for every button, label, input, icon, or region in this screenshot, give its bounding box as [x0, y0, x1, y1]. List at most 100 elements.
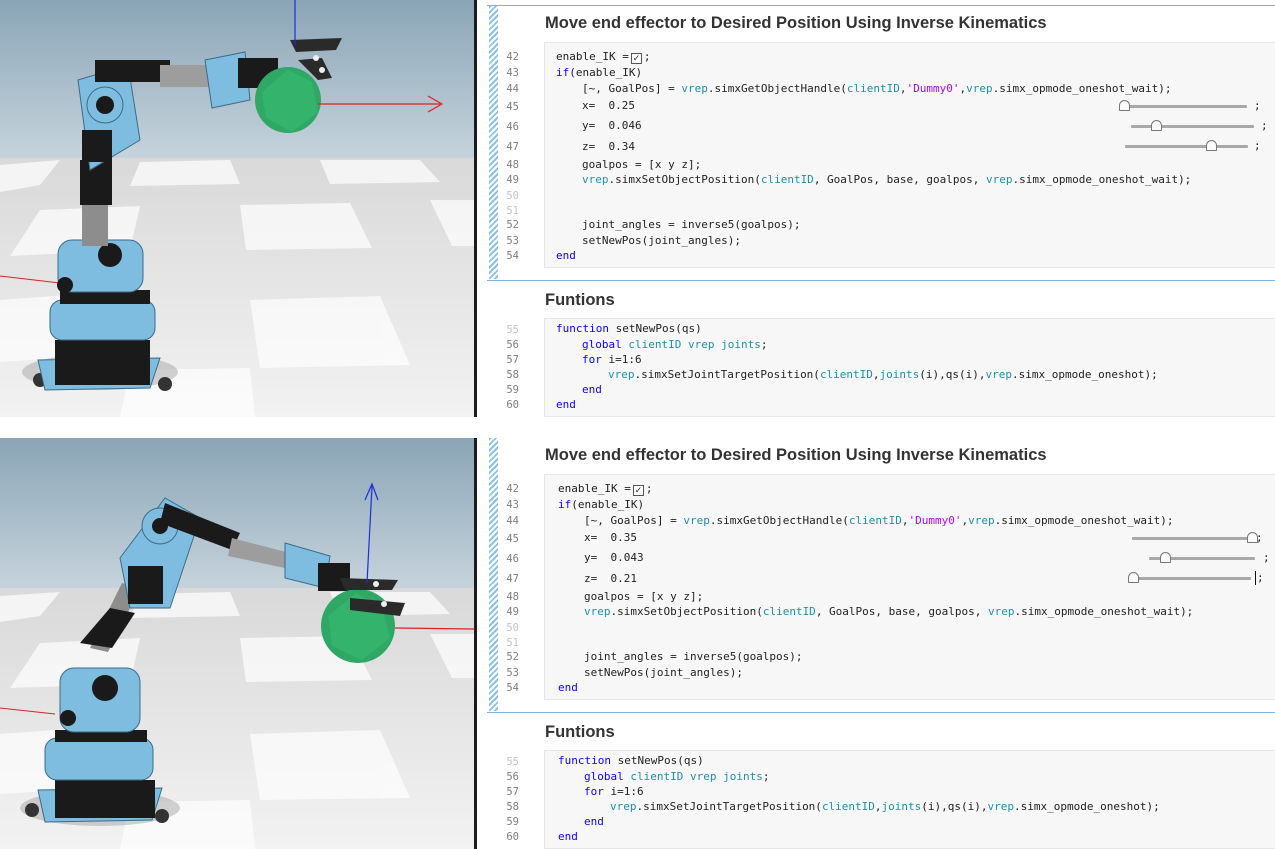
code-variable: vrep — [985, 368, 1013, 381]
code-token: .simx_opmode_oneshot_wait); — [994, 514, 1174, 527]
section-title: Funtions — [545, 723, 615, 741]
code-token: ; — [760, 338, 768, 351]
code-line: global clientID vrep joints; — [558, 769, 769, 784]
code-line: [~, GoalPos] = vrep.simxGetObjectHandle(… — [558, 513, 1173, 528]
code-keyword: end — [556, 249, 576, 262]
y-slider[interactable] — [1131, 120, 1254, 132]
line-number: 45 — [506, 533, 519, 545]
simulation-viewport[interactable] — [0, 0, 474, 417]
section-title: Funtions — [545, 291, 615, 309]
code-token: setNewPos(qs) — [608, 322, 702, 335]
code-token: , GoalPos, base, goalpos, — [813, 173, 986, 186]
code-variable: clientID vrep joints — [623, 770, 763, 783]
line-number: 49 — [506, 606, 519, 618]
x-slider[interactable] — [1132, 532, 1258, 544]
live-editor: Move end effector to Desired Position Us… — [477, 0, 1275, 417]
slider-thumb-icon[interactable] — [1150, 120, 1162, 131]
code-line: for i=1:6 — [556, 352, 642, 367]
semicolon: ; — [1263, 551, 1270, 564]
code-variable: vrep — [683, 514, 710, 527]
line-number: 58 — [506, 801, 519, 813]
code-token: setNewPos(qs) — [610, 754, 704, 767]
line-number: 52 — [506, 219, 519, 231]
checkbox-checked-icon[interactable]: ✓ — [630, 53, 642, 64]
code-token: .simxSetObjectPosition( — [610, 605, 763, 618]
line-number: 55 — [506, 324, 519, 336]
code-line: goalpos = [x y z]; — [582, 158, 702, 171]
code-line: enable_IK = ✓; — [558, 481, 652, 496]
code-variable: clientID — [762, 605, 816, 618]
section-title: Move end effector to Desired Position Us… — [545, 14, 1047, 32]
robot-scene — [0, 438, 474, 849]
code-token: ; — [643, 50, 651, 63]
code-line: joint_angles = inverse5(goalpos); — [584, 650, 803, 663]
y-control-label: y= 0.043 — [584, 551, 644, 564]
code-token: .simx_opmode_oneshot_wait); — [1014, 605, 1194, 618]
slider-thumb-icon[interactable] — [1206, 140, 1218, 151]
z-slider[interactable] — [1125, 140, 1248, 152]
code-line: for i=1:6 — [558, 784, 644, 799]
line-number: 58 — [506, 369, 519, 381]
code-line: if(enable_IK) — [556, 65, 642, 80]
code-variable: clientID — [760, 173, 814, 186]
z-control-label: z= 0.34 — [582, 140, 635, 153]
line-number: 43 — [506, 499, 519, 511]
line-number: 56 — [506, 771, 519, 783]
line-number: 49 — [506, 174, 519, 186]
section-rule — [487, 5, 1275, 6]
y-control-label: y= 0.046 — [582, 119, 642, 132]
simulation-viewport[interactable] — [0, 438, 474, 849]
code-string: 'Dummy0' — [908, 514, 962, 527]
panel-gap — [0, 417, 1275, 438]
code-line: [~, GoalPos] = vrep.simxGetObjectHandle(… — [556, 81, 1171, 96]
code-line: goalpos = [x y z]; — [584, 590, 704, 603]
code-token: .simxGetObjectHandle( — [707, 82, 847, 95]
line-number: 50 — [506, 622, 519, 634]
code-variable: joints — [879, 368, 920, 381]
code-token: , — [874, 800, 882, 813]
line-number: 55 — [506, 756, 519, 768]
code-variable: vrep — [987, 800, 1015, 813]
line-number: 60 — [506, 399, 519, 411]
code-keyword: end — [584, 815, 604, 828]
semicolon: ; — [1254, 139, 1261, 152]
section-rule — [487, 280, 1275, 281]
target-sphere — [255, 67, 321, 133]
code-token: i=1:6 — [603, 785, 644, 798]
code-variable: vrep — [582, 173, 609, 186]
line-number: 56 — [506, 339, 519, 351]
line-number: 46 — [506, 553, 519, 565]
robot-scene — [0, 0, 474, 417]
code-variable: vrep — [610, 800, 637, 813]
x-slider[interactable] — [1119, 100, 1247, 112]
line-number: 54 — [506, 250, 519, 262]
y-slider[interactable] — [1149, 552, 1255, 564]
z-slider[interactable] — [1128, 572, 1251, 584]
code-token: ; — [762, 770, 770, 783]
code-token: (i),qs(i), — [919, 368, 986, 381]
code-line: vrep.simxSetJointTargetPosition(clientID… — [556, 367, 1158, 382]
code-token: .simxSetJointTargetPosition( — [636, 800, 822, 813]
code-token: [~, GoalPos] = — [582, 82, 682, 95]
checkbox-checked-icon[interactable]: ✓ — [632, 485, 644, 496]
semicolon: ; — [1254, 99, 1261, 112]
code-keyword: end — [556, 398, 576, 411]
code-token: .simxSetJointTargetPosition( — [634, 368, 820, 381]
slider-track — [1124, 105, 1247, 108]
code-keyword: for — [582, 353, 602, 366]
code-variable: vrep — [988, 605, 1015, 618]
code-line: vrep.simxSetJointTargetPosition(clientID… — [558, 799, 1160, 814]
semicolon: ; — [1256, 531, 1263, 544]
text-caret — [1255, 571, 1256, 585]
section-rule — [487, 712, 1275, 713]
line-number: 45 — [506, 101, 519, 113]
line-number: 42 — [506, 51, 519, 63]
slider-thumb-icon[interactable] — [1159, 552, 1171, 563]
slider-thumb-icon[interactable] — [1119, 100, 1130, 111]
code-variable: vrep — [584, 605, 611, 618]
slider-track — [1125, 145, 1248, 148]
slider-thumb-icon[interactable] — [1128, 572, 1139, 583]
code-variable: vrep — [968, 514, 995, 527]
code-keyword: global — [582, 338, 622, 351]
line-number: 44 — [506, 515, 519, 527]
